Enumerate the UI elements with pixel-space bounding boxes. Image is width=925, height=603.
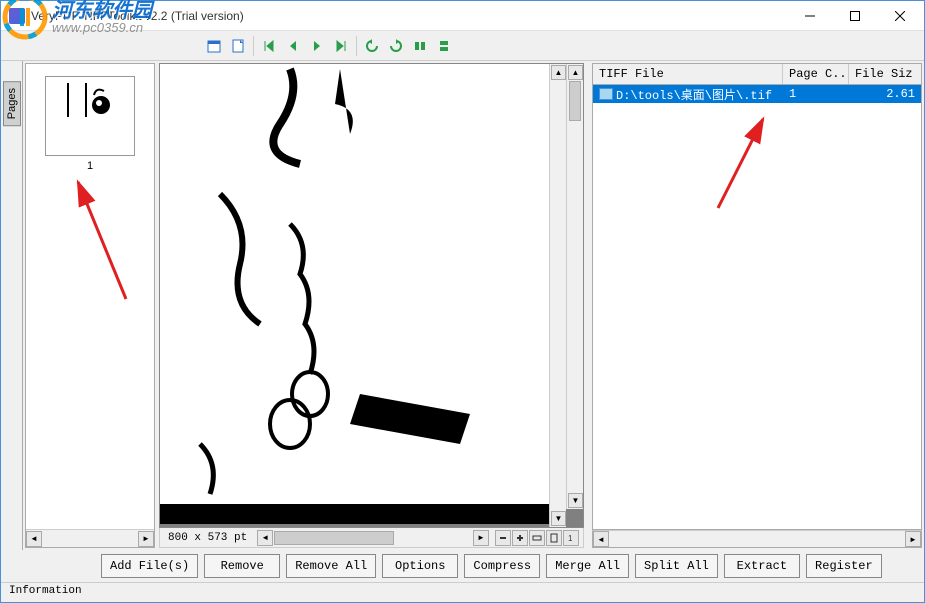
zoom-out-icon bbox=[498, 533, 508, 543]
scroll-left-button[interactable]: ◄ bbox=[593, 531, 609, 547]
scroll-right-button[interactable]: ► bbox=[473, 530, 489, 546]
preview-page bbox=[160, 64, 550, 524]
toolbar-rotate-left-button[interactable] bbox=[361, 35, 383, 57]
scroll-left-button[interactable]: ◄ bbox=[26, 531, 42, 547]
maximize-button[interactable] bbox=[832, 1, 877, 30]
toolbar-sep bbox=[356, 36, 357, 56]
preview-area: ▲ ▼ ▲ ▼ 800 x 573 pt ◄ ► bbox=[159, 63, 584, 548]
fit-width-icon bbox=[532, 533, 542, 543]
file-hscroll[interactable]: ◄ ► bbox=[592, 530, 922, 548]
annotation-arrow-icon bbox=[66, 174, 136, 304]
remove-all-button[interactable]: Remove All bbox=[286, 554, 376, 578]
scroll-left-button[interactable]: ◄ bbox=[257, 530, 273, 546]
app-icon bbox=[9, 8, 25, 24]
rotate-right-icon bbox=[388, 38, 404, 54]
extract-button[interactable]: Extract bbox=[724, 554, 800, 578]
toolbar-flip-h-button[interactable] bbox=[409, 35, 431, 57]
toolbar-sep bbox=[253, 36, 254, 56]
compress-button[interactable]: Compress bbox=[464, 554, 540, 578]
fit-page-button[interactable] bbox=[546, 530, 562, 546]
fit-width-button[interactable] bbox=[529, 530, 545, 546]
col-header-file[interactable]: TIFF File bbox=[593, 64, 783, 84]
page-thumbnail[interactable]: 1 bbox=[45, 76, 135, 172]
preview-viewport[interactable]: ▲ ▼ ▲ ▼ bbox=[159, 63, 584, 528]
flip-v-icon bbox=[436, 38, 452, 54]
preview-hscroll[interactable]: ◄ ► bbox=[255, 530, 491, 546]
rotate-left-icon bbox=[364, 38, 380, 54]
dimensions-label: 800 x 573 pt bbox=[160, 532, 255, 544]
scroll-down-button[interactable]: ▼ bbox=[568, 493, 583, 508]
zoom-in-icon bbox=[515, 533, 525, 543]
table-row[interactable]: D:\tools\桌面\图片\.tif 1 2.61 bbox=[593, 85, 921, 103]
toolbar-next-button[interactable] bbox=[306, 35, 328, 57]
thumbnail-number: 1 bbox=[45, 160, 135, 172]
zoom-in-button[interactable] bbox=[512, 530, 528, 546]
last-page-icon bbox=[333, 38, 349, 54]
pages-tab-strip: Pages bbox=[1, 61, 23, 550]
cell-size: 2.61 bbox=[849, 86, 921, 102]
actual-size-button[interactable]: 1 bbox=[563, 530, 579, 546]
new-file-icon bbox=[230, 38, 246, 54]
thumbnails-area: 1 bbox=[26, 64, 154, 529]
add-file-button[interactable]: Add File(s) bbox=[101, 554, 198, 578]
info-label: Information bbox=[9, 585, 82, 597]
scroll-up-button[interactable]: ▲ bbox=[568, 65, 583, 80]
scroll-thumb[interactable] bbox=[569, 81, 581, 121]
app-window: 河东软件园 www.pc0359.cn VeryPDF TIFFToolkit … bbox=[0, 0, 925, 603]
pages-hscroll[interactable]: ◄ ► bbox=[26, 529, 154, 547]
options-button[interactable]: Options bbox=[382, 554, 458, 578]
scroll-right-button[interactable]: ► bbox=[905, 531, 921, 547]
file-list[interactable]: D:\tools\桌面\图片\.tif 1 2.61 bbox=[592, 85, 922, 530]
flip-h-icon bbox=[412, 38, 428, 54]
info-bar: Information bbox=[1, 582, 924, 602]
annotation-arrow-icon bbox=[708, 113, 778, 213]
close-button[interactable] bbox=[877, 1, 922, 30]
svg-text:1: 1 bbox=[568, 534, 573, 543]
file-panel: TIFF File Page C... File Siz D:\tools\桌面… bbox=[592, 63, 922, 548]
col-header-pages[interactable]: Page C... bbox=[783, 64, 849, 84]
maximize-icon bbox=[850, 11, 860, 21]
remove-button[interactable]: Remove bbox=[204, 554, 280, 578]
split-all-button[interactable]: Split All bbox=[635, 554, 718, 578]
preview-statusbar: 800 x 573 pt ◄ ► 1 bbox=[159, 528, 584, 548]
thumbnail-image bbox=[45, 76, 135, 156]
window-title: VeryPDF TIFFToolkit v2.2 (Trial version) bbox=[31, 9, 787, 23]
toolbar-last-button[interactable] bbox=[330, 35, 352, 57]
toolbar-flip-v-button[interactable] bbox=[433, 35, 455, 57]
zoom-out-button[interactable] bbox=[495, 530, 511, 546]
nav-up-button[interactable]: ▲ bbox=[551, 65, 566, 80]
pages-panel: 1 ◄ ► bbox=[25, 63, 155, 548]
prev-page-icon bbox=[285, 38, 301, 54]
minimize-icon bbox=[805, 11, 815, 21]
preview-vscroll[interactable]: ▲ ▼ bbox=[566, 64, 583, 509]
titlebar: VeryPDF TIFFToolkit v2.2 (Trial version) bbox=[1, 1, 924, 31]
nav-down-button[interactable]: ▼ bbox=[551, 511, 566, 526]
next-page-icon bbox=[309, 38, 325, 54]
preview-nav-vscroll[interactable]: ▲ ▼ bbox=[549, 64, 566, 527]
toolbar-prev-button[interactable] bbox=[282, 35, 304, 57]
actual-size-icon: 1 bbox=[566, 533, 576, 543]
file-icon bbox=[599, 88, 613, 100]
main-area: Pages 1 ◄ ► bbox=[1, 61, 924, 550]
scroll-right-button[interactable]: ► bbox=[138, 531, 154, 547]
pages-tab[interactable]: Pages bbox=[3, 81, 21, 126]
button-row: Add File(s) Remove Remove All Options Co… bbox=[1, 550, 924, 582]
toolbar-first-button[interactable] bbox=[258, 35, 280, 57]
open-file-icon bbox=[206, 38, 222, 54]
scroll-thumb[interactable] bbox=[274, 531, 394, 545]
toolbar-new-button[interactable] bbox=[227, 35, 249, 57]
first-page-icon bbox=[261, 38, 277, 54]
close-icon bbox=[895, 11, 905, 21]
merge-all-button[interactable]: Merge All bbox=[546, 554, 629, 578]
fit-page-icon bbox=[549, 533, 559, 543]
minimize-button[interactable] bbox=[787, 1, 832, 30]
file-table-header: TIFF File Page C... File Siz bbox=[592, 63, 922, 85]
col-header-size[interactable]: File Siz bbox=[849, 64, 921, 84]
toolbar bbox=[1, 31, 924, 61]
toolbar-open-button[interactable] bbox=[203, 35, 225, 57]
register-button[interactable]: Register bbox=[806, 554, 882, 578]
cell-pages: 1 bbox=[783, 86, 849, 102]
toolbar-rotate-right-button[interactable] bbox=[385, 35, 407, 57]
cell-filepath: D:\tools\桌面\图片\.tif bbox=[616, 86, 772, 103]
